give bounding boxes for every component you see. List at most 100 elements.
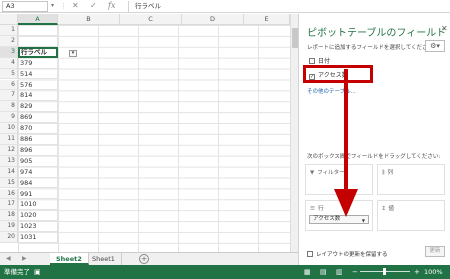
table-cell[interactable]: 379 bbox=[18, 57, 58, 69]
row-header[interactable]: 11 bbox=[0, 134, 18, 145]
filter-dropdown-icon[interactable]: ▾ bbox=[69, 49, 77, 57]
table-cell[interactable] bbox=[18, 35, 58, 47]
row-header[interactable]: 4 bbox=[0, 57, 18, 69]
row-header[interactable]: 6 bbox=[0, 79, 18, 91]
pivot-field-pane: ピボットテーブルのフィールド ✕ レポートに追加するフィールドを選択してください… bbox=[298, 14, 450, 265]
pane-title: ピボットテーブルのフィールド bbox=[307, 28, 447, 39]
cell-value: 379 bbox=[20, 58, 33, 67]
zoom-in-icon[interactable]: + bbox=[414, 265, 420, 279]
row-header[interactable]: 10 bbox=[0, 123, 18, 134]
table-cell[interactable]: 869 bbox=[18, 112, 58, 124]
formula-bar: A3 ▾ ⋮ ✕ ✓ fx 行ラベル bbox=[0, 0, 450, 13]
select-all-corner[interactable] bbox=[0, 14, 18, 25]
areas-instruction: 次のボックス間でフィールドをドラッグしてください: bbox=[307, 154, 441, 160]
defer-update-option[interactable]: レイアウトの更新を保留する bbox=[307, 250, 388, 258]
cell-value: 984 bbox=[20, 178, 33, 187]
zoom-slider-thumb[interactable] bbox=[383, 268, 386, 275]
field-item-date[interactable]: 日付 bbox=[309, 56, 330, 65]
table-cell[interactable]: 870 bbox=[18, 123, 58, 134]
table-cell[interactable]: 829 bbox=[18, 101, 58, 113]
cell-value: 514 bbox=[20, 69, 33, 78]
cell-value: 829 bbox=[20, 102, 33, 111]
checkbox[interactable] bbox=[309, 58, 315, 64]
table-cell[interactable]: 886 bbox=[18, 134, 58, 145]
row-header[interactable]: 5 bbox=[0, 68, 18, 80]
tab-next-icon[interactable]: ▶ bbox=[22, 255, 27, 262]
macro-record-icon[interactable]: ▣ bbox=[34, 265, 41, 279]
table-cell[interactable]: 984 bbox=[18, 177, 58, 189]
table-cell[interactable]: 974 bbox=[18, 166, 58, 178]
row-header[interactable]: 18 bbox=[0, 210, 18, 222]
row-header[interactable]: 2 bbox=[0, 35, 18, 47]
zoom-slider[interactable] bbox=[360, 268, 410, 275]
column-header-b[interactable]: B bbox=[58, 14, 120, 25]
zoom-out-icon[interactable]: − bbox=[352, 265, 358, 279]
page-layout-icon[interactable]: ▤ bbox=[320, 265, 327, 279]
name-box[interactable]: A3 bbox=[2, 1, 48, 12]
status-bar: 準備完了 ▣ ▦ ▤ ▥ − + 100% bbox=[0, 265, 450, 279]
gridlines bbox=[18, 25, 290, 252]
column-header-d[interactable]: D bbox=[182, 14, 244, 25]
close-icon[interactable]: ✕ bbox=[441, 24, 448, 33]
cell-value: 974 bbox=[20, 167, 33, 176]
row-header[interactable]: 7 bbox=[0, 90, 18, 102]
gear-icon[interactable]: ⚙▾ bbox=[425, 40, 445, 52]
worksheet-grid[interactable]: ABCDE 1 2 3 行ラベル ▾ 4 379 5 514 6 576 7 814 8 829 9 869 10… bbox=[0, 14, 290, 252]
page-break-icon[interactable]: ▥ bbox=[336, 265, 343, 279]
formula-input[interactable]: 行ラベル bbox=[128, 1, 448, 12]
checkbox[interactable] bbox=[307, 251, 313, 257]
row-header[interactable]: 19 bbox=[0, 221, 18, 233]
column-header-a[interactable]: A bbox=[18, 14, 58, 25]
tab-prev-icon[interactable]: ◀ bbox=[6, 255, 11, 262]
table-cell[interactable]: 1023 bbox=[18, 221, 58, 233]
update-button[interactable]: 更新 bbox=[425, 246, 445, 257]
column-header-c[interactable]: C bbox=[120, 14, 182, 25]
row-header[interactable]: 17 bbox=[0, 199, 18, 211]
chevron-down-icon[interactable]: ▾ bbox=[51, 2, 54, 9]
row-header[interactable]: 13 bbox=[0, 155, 18, 167]
row-header[interactable]: 15 bbox=[0, 177, 18, 189]
defer-label: レイアウトの更新を保留する bbox=[316, 252, 388, 258]
row-header[interactable]: 12 bbox=[0, 144, 18, 156]
vertical-scrollbar[interactable] bbox=[290, 14, 298, 252]
values-area[interactable]: Σ値 bbox=[377, 200, 445, 231]
table-cell[interactable]: 814 bbox=[18, 90, 58, 102]
sheet-tab-sheet1[interactable]: Sheet1 bbox=[86, 253, 122, 265]
row-header[interactable]: 14 bbox=[0, 166, 18, 178]
table-cell[interactable]: 905 bbox=[18, 155, 58, 167]
chevron-down-icon[interactable]: ▼ bbox=[362, 217, 365, 224]
sheet-tab-sheet2[interactable]: Sheet2 bbox=[50, 253, 89, 265]
column-header-e[interactable]: E bbox=[244, 14, 290, 25]
table-cell[interactable]: 1031 bbox=[18, 232, 58, 243]
zoom-level[interactable]: 100% bbox=[424, 265, 443, 279]
rows-icon: ☰ bbox=[310, 206, 315, 212]
table-cell[interactable]: 576 bbox=[18, 79, 58, 91]
table-cell[interactable] bbox=[18, 25, 58, 36]
row-header[interactable]: 9 bbox=[0, 112, 18, 124]
field-label: 日付 bbox=[318, 58, 331, 65]
sheet-tab-bar: ◀ ▶ Sheet2 Sheet1 + bbox=[0, 252, 298, 265]
row-header[interactable]: 16 bbox=[0, 188, 18, 200]
add-sheet-icon[interactable]: + bbox=[139, 254, 149, 264]
normal-view-icon[interactable]: ▦ bbox=[304, 265, 311, 279]
row-header[interactable]: 8 bbox=[0, 101, 18, 113]
cell-value: 576 bbox=[20, 80, 33, 89]
row-header[interactable]: 1 bbox=[0, 25, 18, 36]
function-icon[interactable]: fx bbox=[108, 1, 115, 10]
table-cell[interactable]: 1020 bbox=[18, 210, 58, 222]
cell-value: 896 bbox=[20, 145, 33, 154]
table-cell[interactable]: 991 bbox=[18, 188, 58, 200]
cell-value: 905 bbox=[20, 156, 33, 165]
enter-icon[interactable]: ✓ bbox=[90, 1, 97, 10]
row-header[interactable]: 3 bbox=[0, 46, 18, 58]
table-cell[interactable]: 1010 bbox=[18, 199, 58, 211]
rows-area-label: 行 bbox=[317, 206, 324, 212]
row-header[interactable]: 20 bbox=[0, 232, 18, 243]
row-label-cell[interactable]: 行ラベル ▾ bbox=[18, 46, 77, 58]
table-cell[interactable]: 896 bbox=[18, 144, 58, 156]
columns-area[interactable]: ⫼ 列 bbox=[377, 164, 445, 195]
table-cell[interactable]: 514 bbox=[18, 68, 58, 80]
cancel-icon[interactable]: ✕ bbox=[72, 1, 79, 10]
values-area-label: 値 bbox=[388, 206, 394, 212]
columns-area-label: 列 bbox=[387, 170, 394, 176]
